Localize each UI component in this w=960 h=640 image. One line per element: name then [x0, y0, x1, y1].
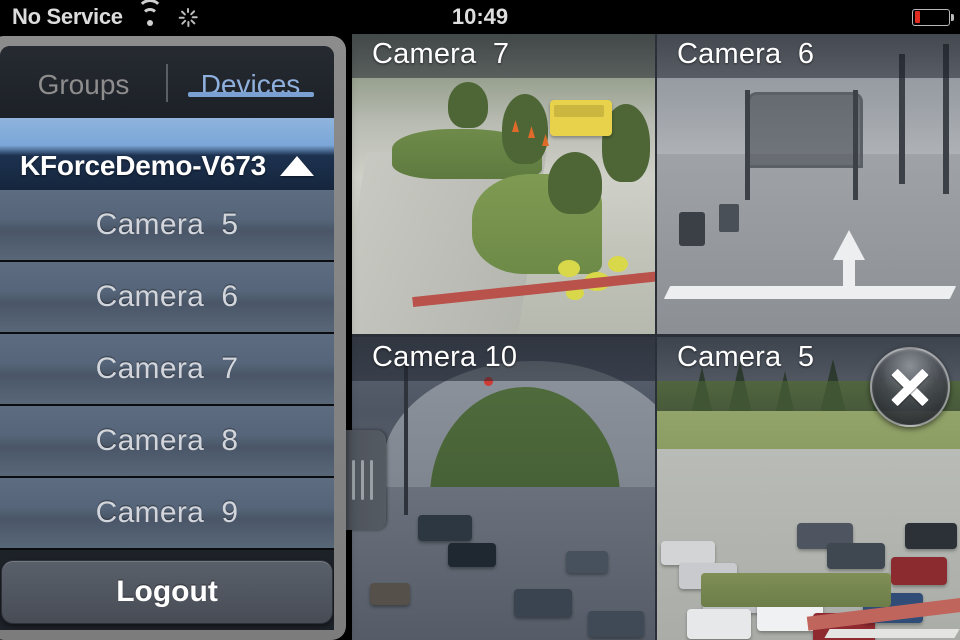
sidebar-content: Groups Devices KForceDemo-V673 Camera 5 … [0, 46, 334, 630]
device-name-label: KForceDemo-V673 [20, 150, 266, 181]
camera-item-label: Camera 7 [95, 352, 239, 385]
video-cell-top-right[interactable]: Camera 6 [657, 34, 960, 334]
video-cell-top-left[interactable]: Camera 7 [352, 34, 655, 334]
list-item[interactable]: Camera 9 [0, 478, 334, 550]
tab-devices[interactable]: Devices [167, 63, 334, 101]
list-item[interactable]: Camera 7 [0, 334, 334, 406]
camera-label: Camera 10 [372, 341, 518, 373]
camera-feed-image [352, 34, 655, 334]
list-item[interactable]: Camera 5 [0, 190, 334, 262]
list-item[interactable]: Camera 8 [0, 406, 334, 478]
video-cell-bottom-right[interactable]: Camera 5 [657, 337, 960, 640]
camera-label: Camera 5 [677, 341, 815, 373]
camera-label: Camera 6 [677, 38, 815, 70]
camera-list: Camera 5 Camera 6 Camera 7 Camera 8 Came… [0, 190, 334, 550]
device-row-kforcedemo[interactable]: KForceDemo-V673 [0, 118, 334, 190]
clock-label: 10:49 [451, 4, 509, 29]
close-x-icon[interactable] [870, 347, 950, 427]
camera-feed-image [352, 337, 655, 640]
camera-item-label: Camera 6 [95, 280, 239, 313]
app-root: No Service 10:49 Camera 7 Camera 6 Camer… [0, 0, 960, 640]
camera-feed-image [657, 34, 960, 334]
camera-item-label: Camera 5 [95, 208, 239, 241]
logout-button[interactable]: Logout [1, 560, 333, 624]
tab-devices-label: Devices [200, 69, 301, 100]
sidebar-panel: Groups Devices KForceDemo-V673 Camera 5 … [0, 36, 346, 640]
video-cell-bottom-left[interactable]: Camera 10 [352, 337, 655, 640]
triangle-up-icon [279, 156, 314, 176]
status-bar: No Service 10:49 [0, 0, 960, 34]
battery-low-icon [912, 8, 954, 26]
logout-bar: Logout [0, 554, 334, 630]
sidebar-tabbar: Groups Devices [0, 46, 334, 118]
status-bar-right [912, 0, 954, 34]
camera-label: Camera 7 [372, 38, 510, 70]
list-item[interactable]: Camera 6 [0, 262, 334, 334]
tab-groups-label: Groups [37, 69, 130, 100]
logout-button-label: Logout [116, 575, 218, 608]
camera-item-label: Camera 8 [95, 424, 239, 457]
video-grid: Camera 7 Camera 6 Camera 10 Camera 5 [352, 34, 960, 640]
camera-item-label: Camera 9 [95, 496, 239, 529]
tab-groups[interactable]: Groups [0, 63, 167, 101]
